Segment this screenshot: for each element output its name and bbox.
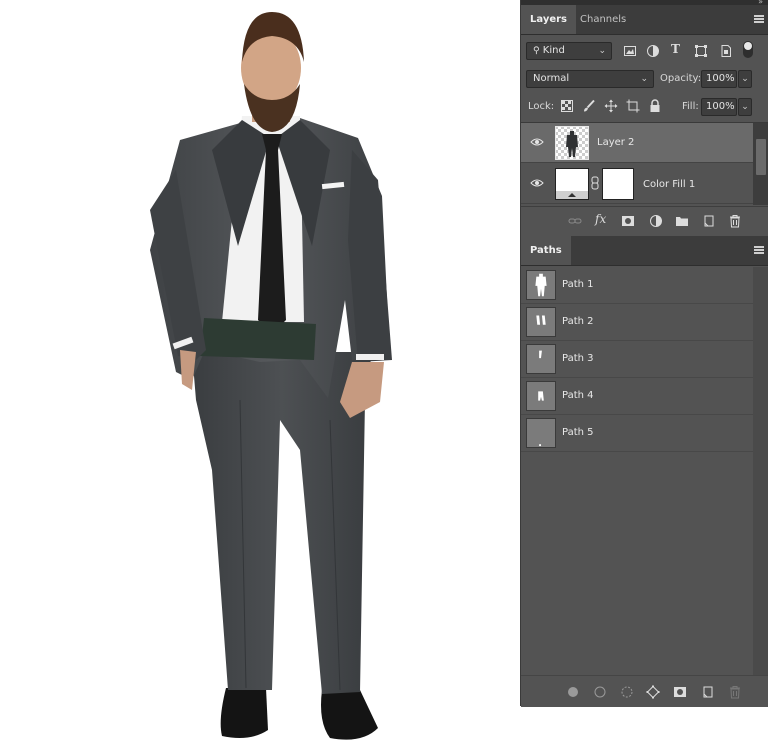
fill-label: Fill: [682, 101, 699, 112]
load-path-as-selection-icon[interactable] [620, 685, 634, 699]
lock-all-padlock-icon[interactable] [648, 99, 662, 113]
make-work-path-icon[interactable] [646, 685, 660, 699]
stroke-path-icon[interactable] [593, 685, 607, 699]
add-layer-mask-icon[interactable] [621, 214, 635, 228]
tab-channels[interactable]: Channels [571, 5, 635, 34]
path-thumbnail [526, 270, 556, 300]
toggle-knob [744, 42, 752, 50]
path-thumbnail [526, 307, 556, 337]
lock-image-pixels-brush-icon[interactable] [582, 99, 596, 113]
opacity-slider-chevron-icon[interactable]: ⌄ [738, 70, 752, 88]
layers-panel-menu-icon[interactable] [754, 15, 764, 23]
layers-footer: fx [521, 206, 768, 235]
path-row-1[interactable]: Path 1 [521, 267, 753, 304]
opacity-label: Opacity: [660, 73, 702, 84]
blend-mode-value: Normal [533, 73, 570, 84]
tab-layers[interactable]: Layers [521, 5, 576, 34]
fill-slider-chevron-icon[interactable]: ⌄ [738, 98, 752, 116]
lock-position-move-icon[interactable] [604, 99, 618, 113]
new-path-icon[interactable] [701, 685, 715, 699]
path-row-2[interactable]: Path 2 [521, 304, 753, 341]
layer-style-fx-icon[interactable]: fx [595, 212, 609, 226]
opacity-input[interactable]: 100% [701, 70, 737, 88]
layer-row-color-fill-1[interactable]: Color Fill 1 [521, 164, 753, 204]
chevron-down-icon: ⌄ [598, 46, 606, 56]
path-name[interactable]: Path 4 [562, 390, 594, 401]
layers-scrollbar[interactable] [753, 123, 768, 205]
path-row-5[interactable]: Path 5 [521, 415, 753, 452]
paths-panel-menu-icon[interactable] [754, 246, 764, 254]
add-vector-mask-icon[interactable] [673, 685, 687, 699]
paths-scrollbar[interactable] [753, 267, 768, 675]
tab-paths[interactable]: Paths [521, 236, 571, 265]
filter-toggle-switch[interactable] [743, 41, 753, 58]
fill-input[interactable]: 100% [701, 98, 737, 116]
filter-type-layer-icon[interactable]: T [671, 42, 685, 56]
path-thumbnail [526, 344, 556, 374]
filter-adjustment-layer-icon[interactable] [646, 44, 660, 58]
search-icon: ⚲ [533, 46, 540, 56]
layers-tabbar: Layers Channels [521, 5, 768, 35]
layer-name[interactable]: Layer 2 [597, 137, 634, 148]
paths-footer [521, 675, 768, 707]
path-row-3[interactable]: Path 3 [521, 341, 753, 378]
path-row-4[interactable]: Path 4 [521, 378, 753, 415]
filter-shape-layer-icon[interactable] [694, 44, 708, 58]
path-thumbnail [526, 381, 556, 411]
document-canvas[interactable] [0, 0, 520, 750]
link-chain-icon[interactable] [591, 176, 599, 190]
delete-layer-trash-icon[interactable] [728, 214, 742, 228]
layers-scroll-thumb[interactable] [756, 139, 766, 175]
eye-visibility-icon[interactable] [530, 137, 544, 147]
link-layers-icon[interactable] [568, 214, 582, 228]
lock-transparent-pixels-icon[interactable] [560, 99, 574, 113]
layer-mask-thumbnail[interactable] [602, 168, 634, 200]
filter-pixel-layer-icon[interactable] [623, 44, 637, 58]
path-name[interactable]: Path 5 [562, 427, 594, 438]
man-in-suit-image [150, 12, 392, 740]
filter-kind-value: Kind [542, 45, 565, 56]
layers-paths-panel: » Layers Channels ⚲ Kind ⌄ T Normal ⌄ Op… [520, 0, 768, 707]
fill-path-icon[interactable] [566, 685, 580, 699]
filter-smart-object-icon[interactable] [719, 44, 733, 58]
path-name[interactable]: Path 1 [562, 279, 594, 290]
chevron-down-icon: ⌄ [640, 74, 648, 84]
fill-layer-thumbnail [555, 168, 589, 200]
lock-artboard-icon[interactable] [626, 99, 640, 113]
layer-row-layer-2[interactable]: Layer 2 [521, 123, 753, 163]
layer-name[interactable]: Color Fill 1 [643, 179, 695, 190]
delete-path-trash-icon[interactable] [728, 685, 742, 699]
new-group-folder-icon[interactable] [675, 214, 689, 228]
layer-thumbnail [555, 126, 589, 160]
path-name[interactable]: Path 3 [562, 353, 594, 364]
new-adjustment-layer-icon[interactable] [649, 214, 663, 228]
eye-visibility-icon[interactable] [530, 178, 544, 188]
path-thumbnail [526, 418, 556, 448]
layer-filter-kind-dropdown[interactable]: ⚲ Kind ⌄ [526, 42, 612, 60]
new-layer-icon[interactable] [702, 214, 716, 228]
blend-mode-dropdown[interactable]: Normal ⌄ [526, 70, 654, 88]
paths-tabbar: Paths [521, 236, 768, 266]
lock-label: Lock: [528, 101, 555, 112]
path-name[interactable]: Path 2 [562, 316, 594, 327]
